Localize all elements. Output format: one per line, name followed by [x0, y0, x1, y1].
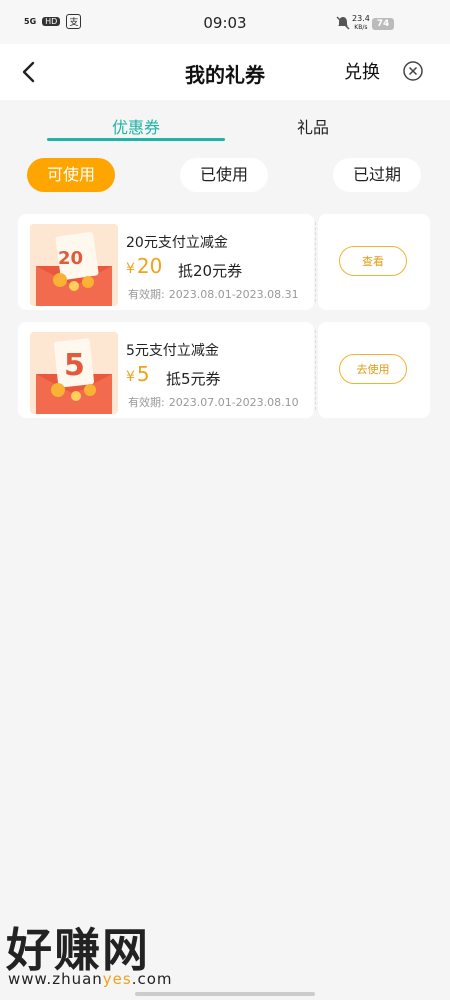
- nav-bar: 我的礼券 兑换: [0, 44, 450, 100]
- use-button[interactable]: 去使用: [339, 354, 407, 384]
- coupon-validity: 有效期: 2023.07.01-2023.08.10: [128, 396, 299, 409]
- filter-chips: 可使用 已使用 已过期: [0, 158, 450, 192]
- coupon-side: 查看: [318, 214, 430, 310]
- coupon-desc: 抵20元券: [178, 262, 243, 280]
- watermark: 好赚网 www.zhuanyes.com: [4, 914, 204, 994]
- status-bar: 5G HD 支 09:03 23.4 KB/s 74: [0, 0, 450, 44]
- coupon-validity: 有效期: 2023.08.01-2023.08.31: [128, 288, 299, 301]
- thumb-number: 5: [64, 348, 85, 383]
- filter-available[interactable]: 可使用: [27, 158, 115, 192]
- tab-coupons[interactable]: 优惠券: [112, 114, 160, 138]
- thumb-number: 20: [58, 248, 84, 269]
- coupon-thumbnail: 5: [30, 332, 118, 414]
- tab-bar: 优惠券 礼品: [0, 100, 450, 144]
- coupon-amount: ¥5: [126, 362, 150, 386]
- filter-expired[interactable]: 已过期: [333, 158, 421, 192]
- view-button[interactable]: 查看: [339, 246, 407, 276]
- tab-indicator: [47, 138, 225, 141]
- coupon-divider: [315, 222, 316, 302]
- filter-used[interactable]: 已使用: [180, 158, 268, 192]
- coupon-thumbnail: 20: [30, 224, 118, 306]
- coupon-side: 去使用: [318, 322, 430, 418]
- tab-gifts[interactable]: 礼品: [297, 114, 329, 138]
- network-speed: 23.4 KB/s: [352, 14, 370, 31]
- coupon-desc: 抵5元券: [166, 370, 221, 388]
- watermark-url: www.zhuanyes.com: [8, 970, 173, 988]
- page-title: 我的礼券: [185, 63, 265, 87]
- close-icon[interactable]: [402, 60, 424, 82]
- coupon-amount: ¥20: [126, 254, 163, 278]
- battery-indicator: 74: [372, 18, 394, 30]
- coupon-title: 5元支付立减金: [126, 343, 219, 359]
- coupon-main: 20 20元支付立减金 ¥20 抵20元券 有效期: 2023.08.01-202…: [18, 214, 314, 310]
- home-indicator[interactable]: [135, 992, 315, 996]
- coupon-main: 5 5元支付立减金 ¥5 抵5元券 有效期: 2023.07.01-2023.08…: [18, 322, 314, 418]
- coupon-title: 20元支付立减金: [126, 235, 228, 251]
- coupon-card: 5 5元支付立减金 ¥5 抵5元券 有效期: 2023.07.01-2023.08…: [18, 322, 430, 418]
- redeem-button[interactable]: 兑换: [344, 58, 380, 84]
- mute-icon: [336, 16, 350, 33]
- coupon-divider: [315, 330, 316, 410]
- coupon-card: 20 20元支付立减金 ¥20 抵20元券 有效期: 2023.08.01-202…: [18, 214, 430, 310]
